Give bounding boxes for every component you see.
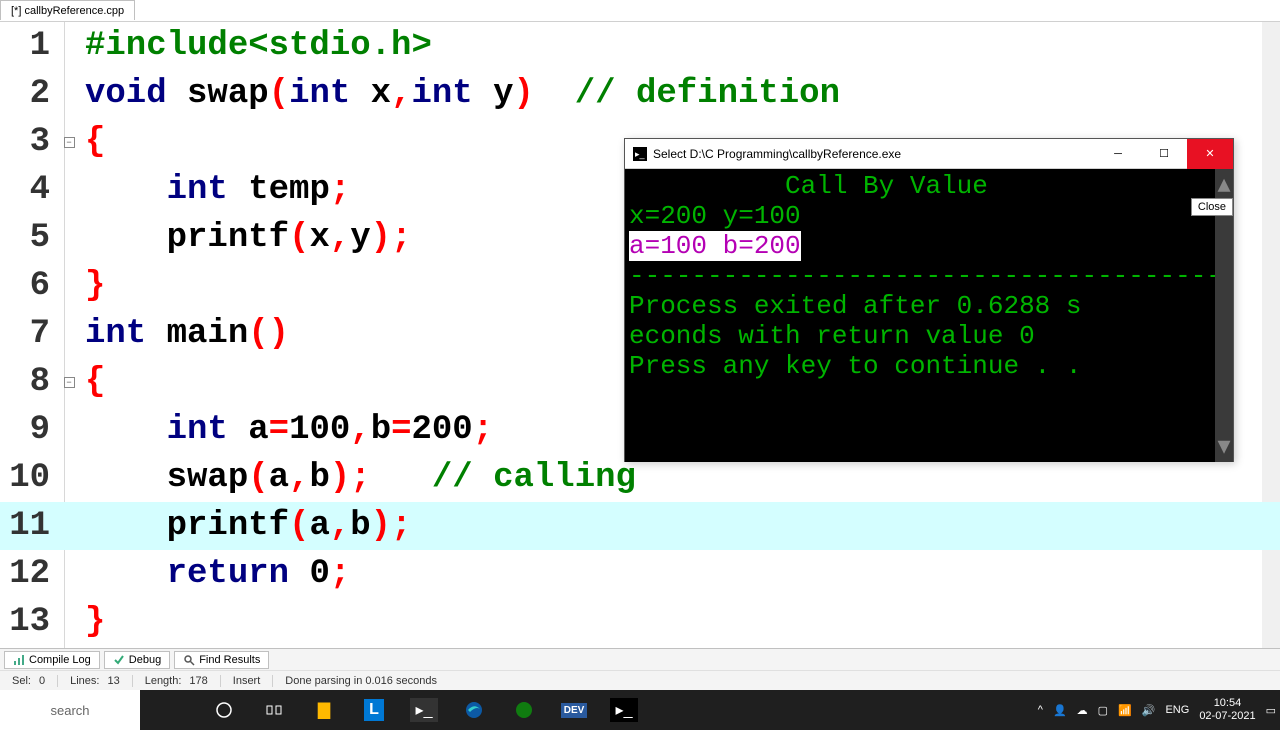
code-line[interactable]: 11 printf(a,b); bbox=[0, 502, 1280, 550]
windows-taskbar: search ▇ L ▸_ DEV ▸_ ^ 👤 ☁ ▢ 📶 🔊 ENG 10:… bbox=[0, 690, 1280, 730]
tab-bar: [*] callbyReference.cpp bbox=[0, 0, 1280, 22]
tray-onedrive-icon[interactable]: ☁ bbox=[1077, 704, 1088, 717]
tray-meet-icon[interactable]: ▢ bbox=[1098, 704, 1108, 717]
code-line[interactable]: 13} bbox=[0, 598, 1280, 646]
line-number: 10 bbox=[0, 459, 58, 497]
status-insert-mode: Insert bbox=[221, 675, 274, 687]
bottom-panel-tabs: Compile Log Debug Find Results bbox=[0, 648, 1280, 670]
code-line[interactable]: 1 #include<stdio.h> bbox=[0, 22, 1280, 70]
console-close-button[interactable]: ✕ bbox=[1187, 139, 1233, 169]
file-explorer-icon[interactable]: ▇ bbox=[300, 690, 348, 730]
tray-volume-icon[interactable]: 🔊 bbox=[1142, 704, 1156, 717]
code-text: swap(a,b); // calling bbox=[80, 459, 1280, 497]
taskbar-search[interactable]: search bbox=[0, 690, 140, 730]
console-output[interactable]: Call By Value x=200 y=100 a=100 b=200 --… bbox=[625, 169, 1233, 462]
console-maximize-button[interactable]: ☐ bbox=[1141, 139, 1187, 169]
status-selection: Sel:0 bbox=[0, 675, 58, 687]
fold-marker-icon[interactable]: − bbox=[64, 137, 75, 148]
fold-column: − bbox=[58, 377, 80, 388]
line-number: 13 bbox=[0, 603, 58, 641]
code-text: } bbox=[80, 603, 1280, 641]
compile-log-label: Compile Log bbox=[29, 654, 91, 666]
console-title: ▸_ Select D:\C Programming\callbyReferen… bbox=[625, 147, 1095, 161]
code-text: #include<stdio.h> bbox=[80, 27, 1280, 65]
line-number: 12 bbox=[0, 555, 58, 593]
svg-text:▸_: ▸_ bbox=[635, 149, 646, 159]
terminal-icon[interactable]: ▸_ bbox=[400, 690, 448, 730]
console-window: ▸_ Select D:\C Programming\callbyReferen… bbox=[624, 138, 1234, 462]
status-length: Length:178 bbox=[133, 675, 221, 687]
line-number: 5 bbox=[0, 219, 58, 257]
tray-wifi-icon[interactable]: 📶 bbox=[1118, 704, 1132, 717]
code-text: return 0; bbox=[80, 555, 1280, 593]
find-results-tab[interactable]: Find Results bbox=[174, 651, 269, 669]
console-minimize-button[interactable]: ─ bbox=[1095, 139, 1141, 169]
line-number: 3 bbox=[0, 123, 58, 161]
tray-language[interactable]: ENG bbox=[1165, 704, 1189, 716]
line-number: 6 bbox=[0, 267, 58, 305]
debug-label: Debug bbox=[129, 654, 161, 666]
console-selected-text: a=100 b=200 bbox=[629, 231, 801, 261]
fold-marker-icon[interactable]: − bbox=[64, 377, 75, 388]
line-number: 7 bbox=[0, 315, 58, 353]
console-text: x=200 y=100 bbox=[629, 201, 801, 231]
tray-notifications-icon[interactable]: ▭ bbox=[1266, 704, 1276, 717]
status-bar: Sel:0 Lines:13 Length:178 Insert Done pa… bbox=[0, 670, 1280, 690]
tray-people-icon[interactable]: 👤 bbox=[1053, 704, 1067, 717]
console-text: Process exited after 0.6288 s bbox=[629, 291, 1081, 321]
edge-icon[interactable] bbox=[450, 690, 498, 730]
console-text: ----------------------------------------… bbox=[629, 261, 1233, 291]
system-tray: ^ 👤 ☁ ▢ 📶 🔊 ENG 10:54 02-07-2021 ▭ bbox=[1038, 690, 1280, 730]
line-number: 8 bbox=[0, 363, 58, 401]
console-text: econds with return value 0 bbox=[629, 321, 1035, 351]
terminal-icon: ▸_ bbox=[633, 147, 647, 161]
line-number: 1 bbox=[0, 27, 58, 65]
fold-column: − bbox=[58, 137, 80, 148]
file-tab[interactable]: [*] callbyReference.cpp bbox=[0, 0, 135, 20]
compile-log-tab[interactable]: Compile Log bbox=[4, 651, 100, 669]
console-text bbox=[629, 171, 785, 201]
debug-icon bbox=[113, 654, 125, 666]
code-text: printf(a,b); bbox=[80, 507, 1280, 545]
console-text: Call By Value bbox=[785, 171, 988, 201]
line-number: 11 bbox=[0, 507, 58, 545]
taskbar-clock[interactable]: 10:54 02-07-2021 bbox=[1199, 697, 1255, 723]
app-l-icon[interactable]: L bbox=[350, 690, 398, 730]
status-lines: Lines:13 bbox=[58, 675, 133, 687]
code-line[interactable]: 2 void swap(int x,int y) // definition bbox=[0, 70, 1280, 118]
find-results-label: Find Results bbox=[199, 654, 260, 666]
task-view-icon[interactable] bbox=[250, 690, 298, 730]
taskbar-pinned-apps: ▇ L ▸_ DEV ▸_ bbox=[200, 690, 648, 730]
xbox-icon[interactable] bbox=[500, 690, 548, 730]
code-line[interactable]: 12 return 0; bbox=[0, 550, 1280, 598]
status-parse: Done parsing in 0.016 seconds bbox=[273, 675, 449, 687]
console-text: Press any key to continue . . bbox=[629, 351, 1081, 381]
tray-chevron-up-icon[interactable]: ^ bbox=[1038, 704, 1043, 716]
cortana-icon[interactable] bbox=[200, 690, 248, 730]
code-text: void swap(int x,int y) // definition bbox=[80, 75, 1280, 113]
close-tooltip: Close bbox=[1191, 198, 1233, 216]
devcpp-icon[interactable]: DEV bbox=[550, 690, 598, 730]
debug-tab[interactable]: Debug bbox=[104, 651, 170, 669]
console-taskbar-icon[interactable]: ▸_ bbox=[600, 690, 648, 730]
line-number: 9 bbox=[0, 411, 58, 449]
line-number: 4 bbox=[0, 171, 58, 209]
console-titlebar[interactable]: ▸_ Select D:\C Programming\callbyReferen… bbox=[625, 139, 1233, 169]
find-icon bbox=[183, 654, 195, 666]
line-number: 2 bbox=[0, 75, 58, 113]
compile-icon bbox=[13, 654, 25, 666]
